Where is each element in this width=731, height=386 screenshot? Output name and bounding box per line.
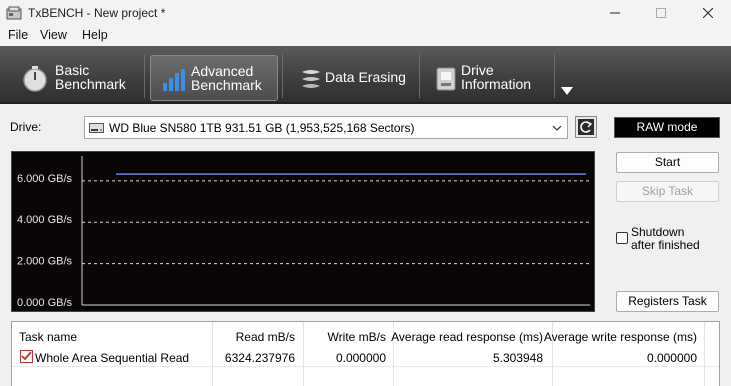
column-header-read[interactable]: Read mB/s <box>236 330 295 344</box>
title-bar: TxBENCH - New project * <box>0 0 731 26</box>
write-speed-cell: 0.000000 <box>335 351 386 365</box>
drive-select-value: WD Blue SN580 1TB 931.51 GB (1,953,525,1… <box>109 121 415 135</box>
ribbon-divider <box>144 54 145 98</box>
raw-mode-indicator[interactable]: RAW mode <box>614 117 720 138</box>
y-tick-label: 2.000 GB/s <box>17 256 73 268</box>
ribbon-divider <box>554 54 555 98</box>
maximize-button[interactable] <box>638 0 684 26</box>
task-name-cell[interactable]: Whole Area Sequential Read <box>35 351 189 365</box>
chart-plot: 0.000 GB/s 2.000 GB/s 4.000 GB/s 6.000 GB/s <box>17 156 590 309</box>
tab-drive-information[interactable]: Drive Information <box>424 55 552 101</box>
chevron-down-icon <box>552 125 562 131</box>
ribbon-divider <box>419 54 420 98</box>
column-header-task-name[interactable]: Task name <box>19 330 77 344</box>
window-title: TxBENCH - New project * <box>28 6 166 20</box>
drive-label: Drive: <box>10 120 42 134</box>
read-speed-cell: 6324.237976 <box>224 351 295 365</box>
column-header-avg-read[interactable]: Average read response (ms) <box>391 330 543 344</box>
eraser-icon <box>302 70 320 88</box>
task-table: Task name Read mB/s Write mB/s Average r… <box>11 321 720 386</box>
drive-select[interactable]: WD Blue SN580 1TB 931.51 GB (1,953,525,1… <box>84 116 568 139</box>
close-button[interactable] <box>685 0 731 26</box>
shutdown-checkbox[interactable] <box>616 232 628 244</box>
tab-erasing-label: Data Erasing <box>325 69 406 85</box>
task-check-icon <box>20 350 33 363</box>
y-tick-label: 4.000 GB/s <box>17 214 73 226</box>
menu-help[interactable]: Help <box>80 28 110 42</box>
y-tick-label: 6.000 GB/s <box>17 173 73 185</box>
tab-basic-label: Basic Benchmark <box>55 62 126 92</box>
column-header-avg-write[interactable]: Average write response (ms) <box>544 330 697 344</box>
drive-info-icon <box>436 67 456 91</box>
minimize-icon <box>610 12 620 14</box>
avg-write-response-cell: 0.000000 <box>646 351 697 365</box>
tab-advanced-label: Advanced Benchmark <box>191 63 262 93</box>
column-header-write[interactable]: Write mB/s <box>328 330 386 344</box>
y-tick-label: 0.000 GB/s <box>17 297 73 309</box>
refresh-drives-button[interactable] <box>575 116 597 138</box>
ribbon-toolbar: Basic Benchmark Advanced Benchmark Data … <box>0 46 731 104</box>
shutdown-label[interactable]: Shutdown after finished <box>631 226 700 252</box>
benchmark-chart: 0.000 GB/s 2.000 GB/s 4.000 GB/s 6.000 GB/s <box>11 151 595 312</box>
close-icon <box>703 8 713 18</box>
column-divider <box>704 322 705 386</box>
registers-task-button[interactable]: Registers Task <box>616 291 719 312</box>
drive-icon <box>89 123 104 133</box>
row-divider <box>12 366 719 367</box>
bar-chart-icon <box>163 69 185 91</box>
column-divider <box>212 322 213 386</box>
menu-view[interactable]: View <box>38 28 69 42</box>
tab-basic-benchmark[interactable]: Basic Benchmark <box>12 55 142 101</box>
ribbon-more-dropdown[interactable] <box>560 86 574 96</box>
app-icon <box>6 6 22 20</box>
menu-bar: File View Help <box>0 26 731 46</box>
column-divider <box>303 322 304 386</box>
tab-drive-label: Drive Information <box>461 62 532 92</box>
ribbon-divider <box>282 54 283 98</box>
avg-read-response-cell: 5.303948 <box>492 351 543 365</box>
gauge-icon <box>23 66 47 92</box>
maximize-icon <box>656 8 666 18</box>
tab-advanced-benchmark[interactable]: Advanced Benchmark <box>150 55 278 101</box>
app-window: TxBENCH - New project * File View Help B… <box>0 0 731 386</box>
tab-data-erasing[interactable]: Data Erasing <box>288 55 416 101</box>
skip-task-button[interactable]: Skip Task <box>616 181 719 202</box>
minimize-button[interactable] <box>592 0 638 26</box>
menu-file[interactable]: File <box>6 28 30 42</box>
refresh-icon <box>578 119 594 135</box>
start-button[interactable]: Start <box>616 152 719 173</box>
